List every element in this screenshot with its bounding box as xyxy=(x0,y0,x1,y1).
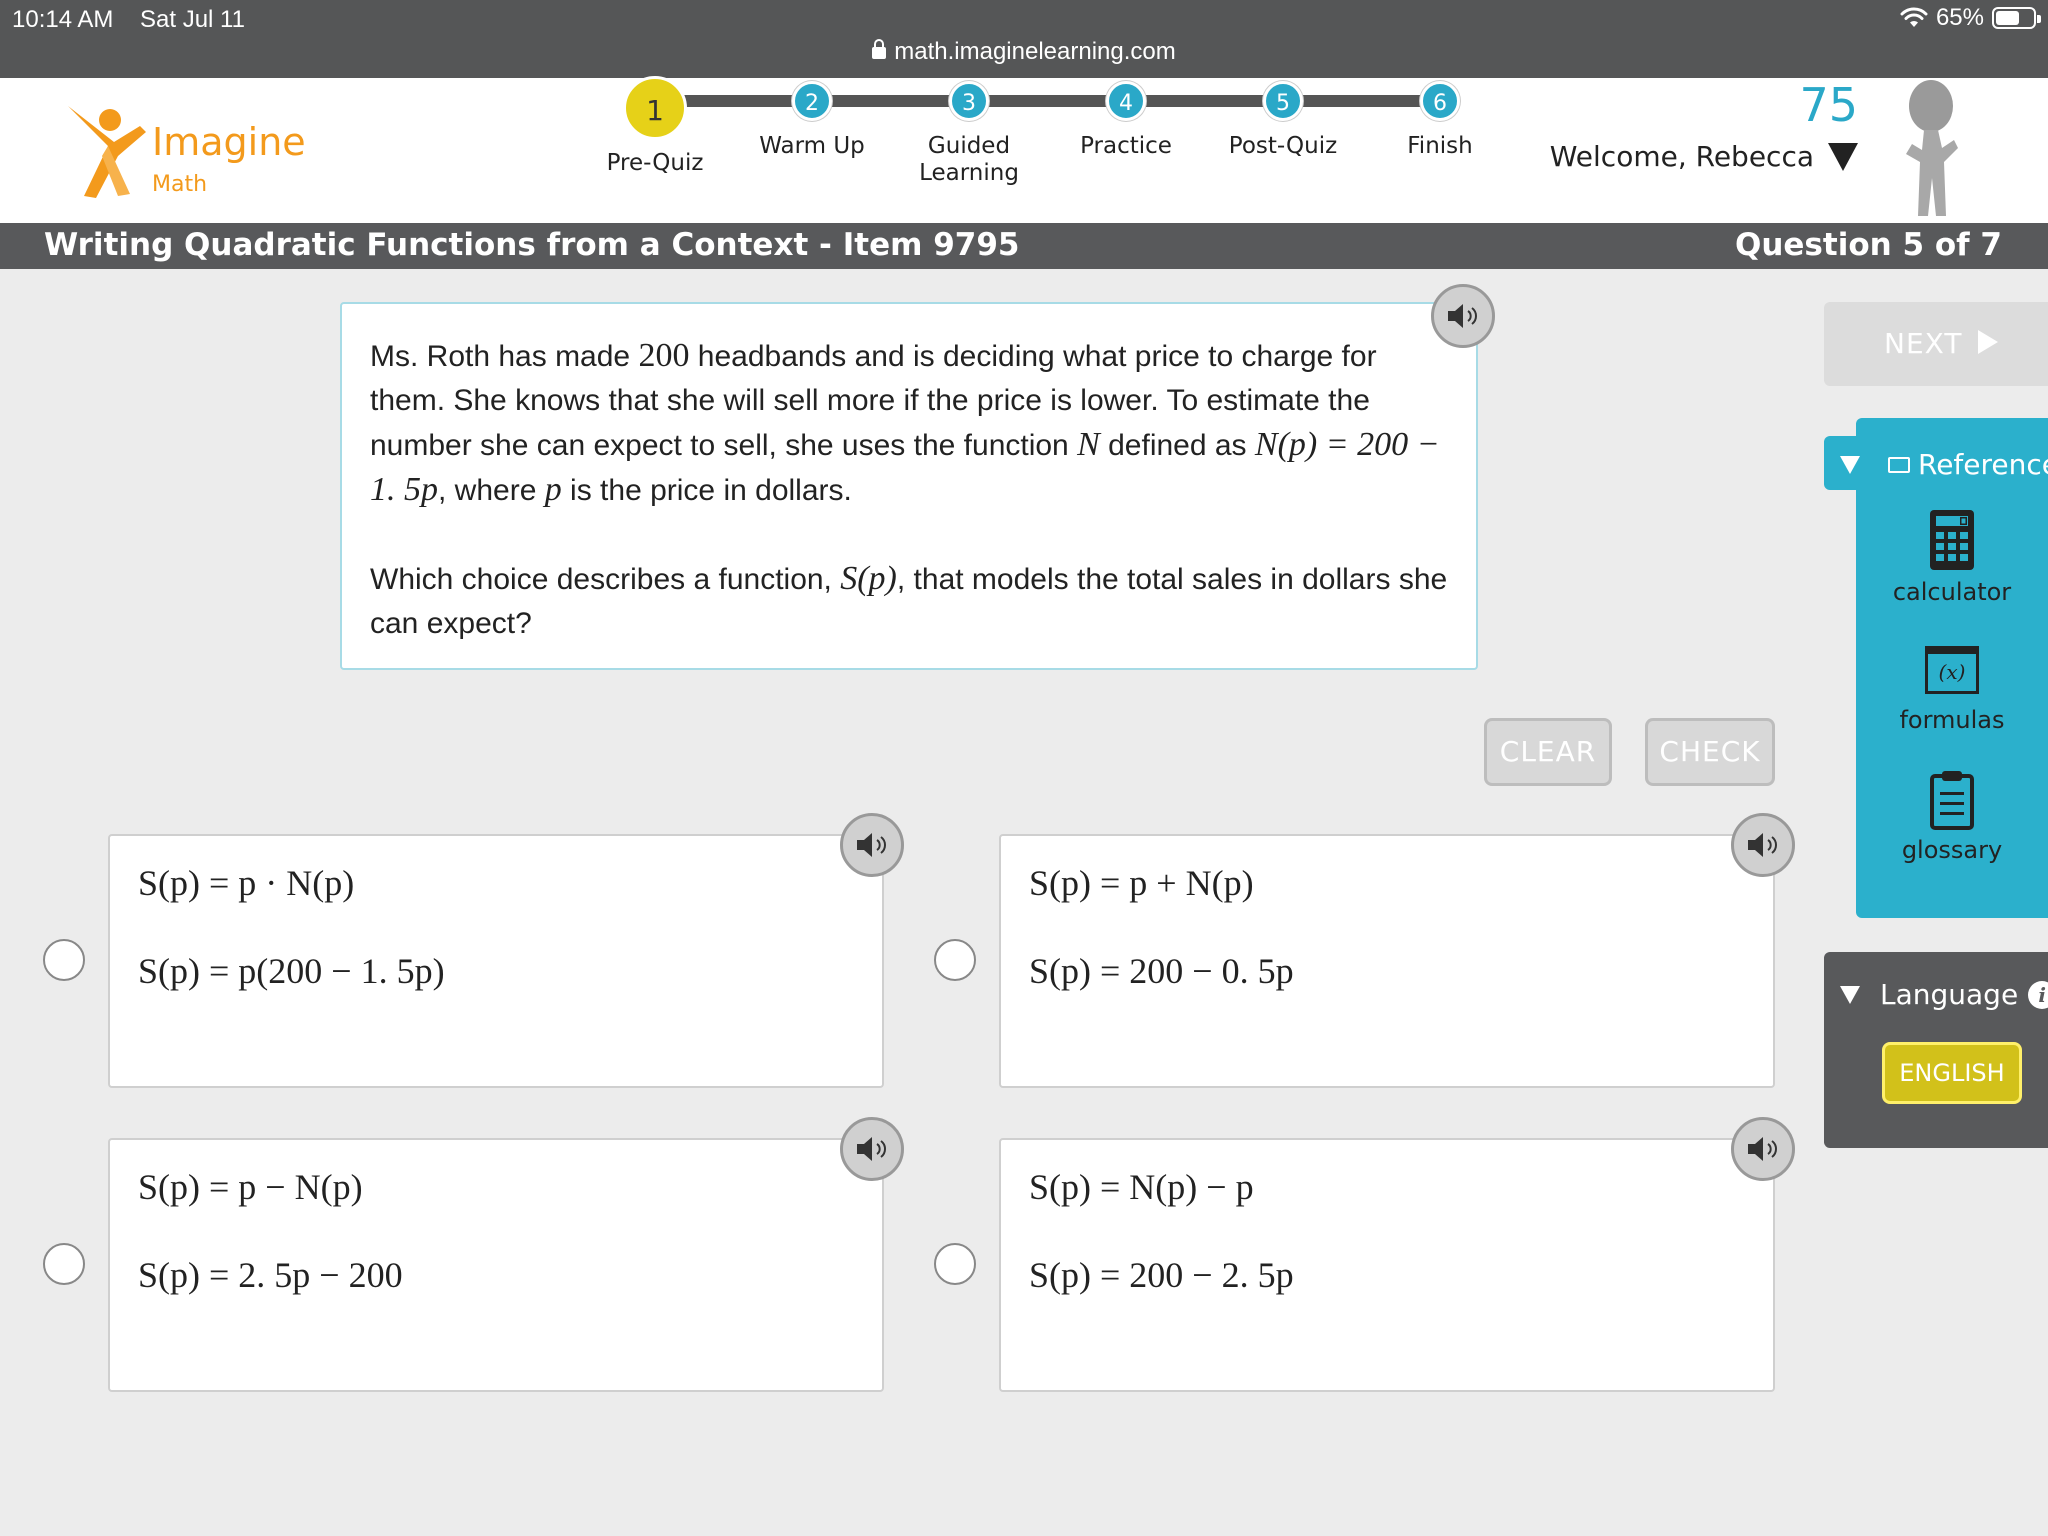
calculator-label: calculator xyxy=(1892,578,2012,606)
choice-line-1: S(p) = N(p) − p xyxy=(1029,1167,1254,1207)
step-label: Pre-Quiz xyxy=(606,150,704,176)
user-menu[interactable]: Welcome, Rebecca xyxy=(1550,140,1858,173)
choice-a[interactable]: S(p) = p · N(p) S(p) = p(200 − 1. 5p) xyxy=(108,834,884,1088)
choice-a-radio[interactable] xyxy=(43,939,85,981)
lesson-title-bar: Writing Quadratic Functions from a Conte… xyxy=(0,223,2048,269)
choice-b-radio[interactable] xyxy=(934,939,976,981)
battery-icon xyxy=(1992,7,2041,29)
speaker-icon xyxy=(1448,304,1477,328)
step-guided-learning[interactable]: 3 Guided Learning xyxy=(894,78,1044,187)
step-number: 2 xyxy=(792,81,832,121)
choice-line-2: S(p) = 200 − 2. 5p xyxy=(1029,1255,1294,1295)
choice-line-2: S(p) = 200 − 0. 5p xyxy=(1029,951,1294,991)
question-paragraph-1: Ms. Roth has made 200 headbands and is d… xyxy=(370,337,1440,508)
glossary-tool[interactable]: glossary xyxy=(1856,770,2048,864)
lesson-title: Writing Quadratic Functions from a Conte… xyxy=(44,227,1020,263)
status-bar: 10:14 AM Sat Jul 11 65% math.imaginelear… xyxy=(0,0,2048,78)
question-prompt: Ms. Roth has made 200 headbands and is d… xyxy=(340,302,1478,670)
lock-icon xyxy=(872,39,887,59)
step-post-quiz[interactable]: 5 Post-Quiz xyxy=(1208,78,1358,160)
reference-label: Reference xyxy=(1918,448,2048,481)
choice-b-audio-button[interactable] xyxy=(1731,813,1795,877)
step-number: 6 xyxy=(1420,81,1460,121)
logo-figure-icon xyxy=(68,106,146,198)
step-pre-quiz[interactable]: 1 Pre-Quiz xyxy=(580,76,730,177)
next-button[interactable]: NEXT xyxy=(1824,302,2048,386)
step-finish[interactable]: 6 Finish xyxy=(1365,78,1515,160)
triangle-down-icon[interactable] xyxy=(1828,142,1858,171)
logo-sub: Math xyxy=(152,172,208,197)
language-label: Language xyxy=(1880,978,2019,1011)
choice-line-2: S(p) = p(200 − 1. 5p) xyxy=(138,951,445,991)
play-arrow-icon xyxy=(1978,330,1999,354)
language-header[interactable]: Language i xyxy=(1840,978,2048,1011)
choice-c-radio[interactable] xyxy=(43,1243,85,1285)
status-right: 65% xyxy=(1900,4,2041,32)
clear-button[interactable]: CLEAR xyxy=(1484,718,1612,786)
info-icon[interactable]: i xyxy=(2028,980,2048,1009)
formulas-tool[interactable]: (x) formulas xyxy=(1856,646,2048,734)
imagine-math-logo: Imagine Math xyxy=(60,90,320,210)
step-label: Practice xyxy=(1080,133,1172,159)
lesson-progress: 1 Pre-Quiz 2 Warm Up 3 Guided Learning 4… xyxy=(580,76,1500,223)
math-var: p xyxy=(544,471,562,508)
url-bar[interactable]: math.imaginelearning.com xyxy=(0,38,2048,66)
choice-c-audio-button[interactable] xyxy=(840,1117,904,1181)
question-counter: Question 5 of 7 xyxy=(1734,227,2002,263)
choice-d-audio-button[interactable] xyxy=(1731,1117,1795,1181)
choice-line-1: S(p) = p + N(p) xyxy=(1029,863,1254,903)
question-paragraph-2: Which choice describes a function, S(p),… xyxy=(370,560,1448,640)
collapse-triangle-icon[interactable] xyxy=(1840,455,1860,474)
step-number: 4 xyxy=(1106,81,1146,121)
english-language-button[interactable]: ENGLISH xyxy=(1882,1042,2022,1104)
collapse-triangle-icon[interactable] xyxy=(1840,985,1860,1004)
calculator-icon xyxy=(1930,510,1974,570)
app-header: Imagine Math 1 Pre-Quiz 2 Warm Up 3 Guid… xyxy=(0,76,2048,223)
step-warm-up[interactable]: 2 Warm Up xyxy=(737,78,887,160)
reference-header[interactable]: Reference xyxy=(1840,448,2048,481)
reference-icon xyxy=(1888,456,1910,473)
speaker-icon xyxy=(1748,833,1777,857)
calculator-tool[interactable]: calculator xyxy=(1856,508,2048,606)
step-label: Finish xyxy=(1407,133,1473,159)
choice-c[interactable]: S(p) = p − N(p) S(p) = 2. 5p − 200 xyxy=(108,1138,884,1392)
step-number: 1 xyxy=(623,76,687,140)
next-label: NEXT xyxy=(1884,327,1963,360)
logo-name: Imagine xyxy=(152,120,306,164)
formulas-icon: (x) xyxy=(1925,646,1979,694)
glossary-label: glossary xyxy=(1901,836,2003,864)
step-number: 5 xyxy=(1263,81,1303,121)
step-label: Warm Up xyxy=(759,133,865,159)
speaker-icon xyxy=(857,833,886,857)
clipboard-icon xyxy=(1930,771,1974,830)
url-text: math.imaginelearning.com xyxy=(894,38,1176,65)
math-number: 200 xyxy=(638,337,690,374)
step-label: Guided Learning xyxy=(919,133,1019,186)
choice-d-radio[interactable] xyxy=(934,1243,976,1285)
points-counter: 75 xyxy=(1799,78,1858,132)
choice-d[interactable]: S(p) = N(p) − p S(p) = 200 − 2. 5p xyxy=(999,1138,1775,1392)
avatar[interactable] xyxy=(1886,78,1976,218)
battery-percent: 65% xyxy=(1935,4,1984,31)
wifi-icon xyxy=(1900,7,1928,27)
math-var: N xyxy=(1077,426,1100,463)
welcome-text: Welcome, Rebecca xyxy=(1549,140,1814,173)
math-var: S(p) xyxy=(840,560,897,597)
speaker-icon xyxy=(1748,1137,1777,1161)
speaker-icon xyxy=(857,1137,886,1161)
step-number: 3 xyxy=(949,81,989,121)
step-practice[interactable]: 4 Practice xyxy=(1051,78,1201,160)
choice-line-1: S(p) = p − N(p) xyxy=(138,1167,363,1207)
question-audio-button[interactable] xyxy=(1431,284,1495,348)
choice-a-audio-button[interactable] xyxy=(840,813,904,877)
check-button[interactable]: CHECK xyxy=(1645,718,1775,786)
status-date: Sat Jul 11 xyxy=(140,6,245,33)
choice-line-2: S(p) = 2. 5p − 200 xyxy=(138,1255,403,1295)
step-label: Post-Quiz xyxy=(1228,133,1338,159)
choice-b[interactable]: S(p) = p + N(p) S(p) = 200 − 0. 5p xyxy=(999,834,1775,1088)
status-time: 10:14 AM xyxy=(12,6,114,33)
choice-line-1: S(p) = p · N(p) xyxy=(138,863,355,903)
formulas-label: formulas xyxy=(1899,706,2005,734)
